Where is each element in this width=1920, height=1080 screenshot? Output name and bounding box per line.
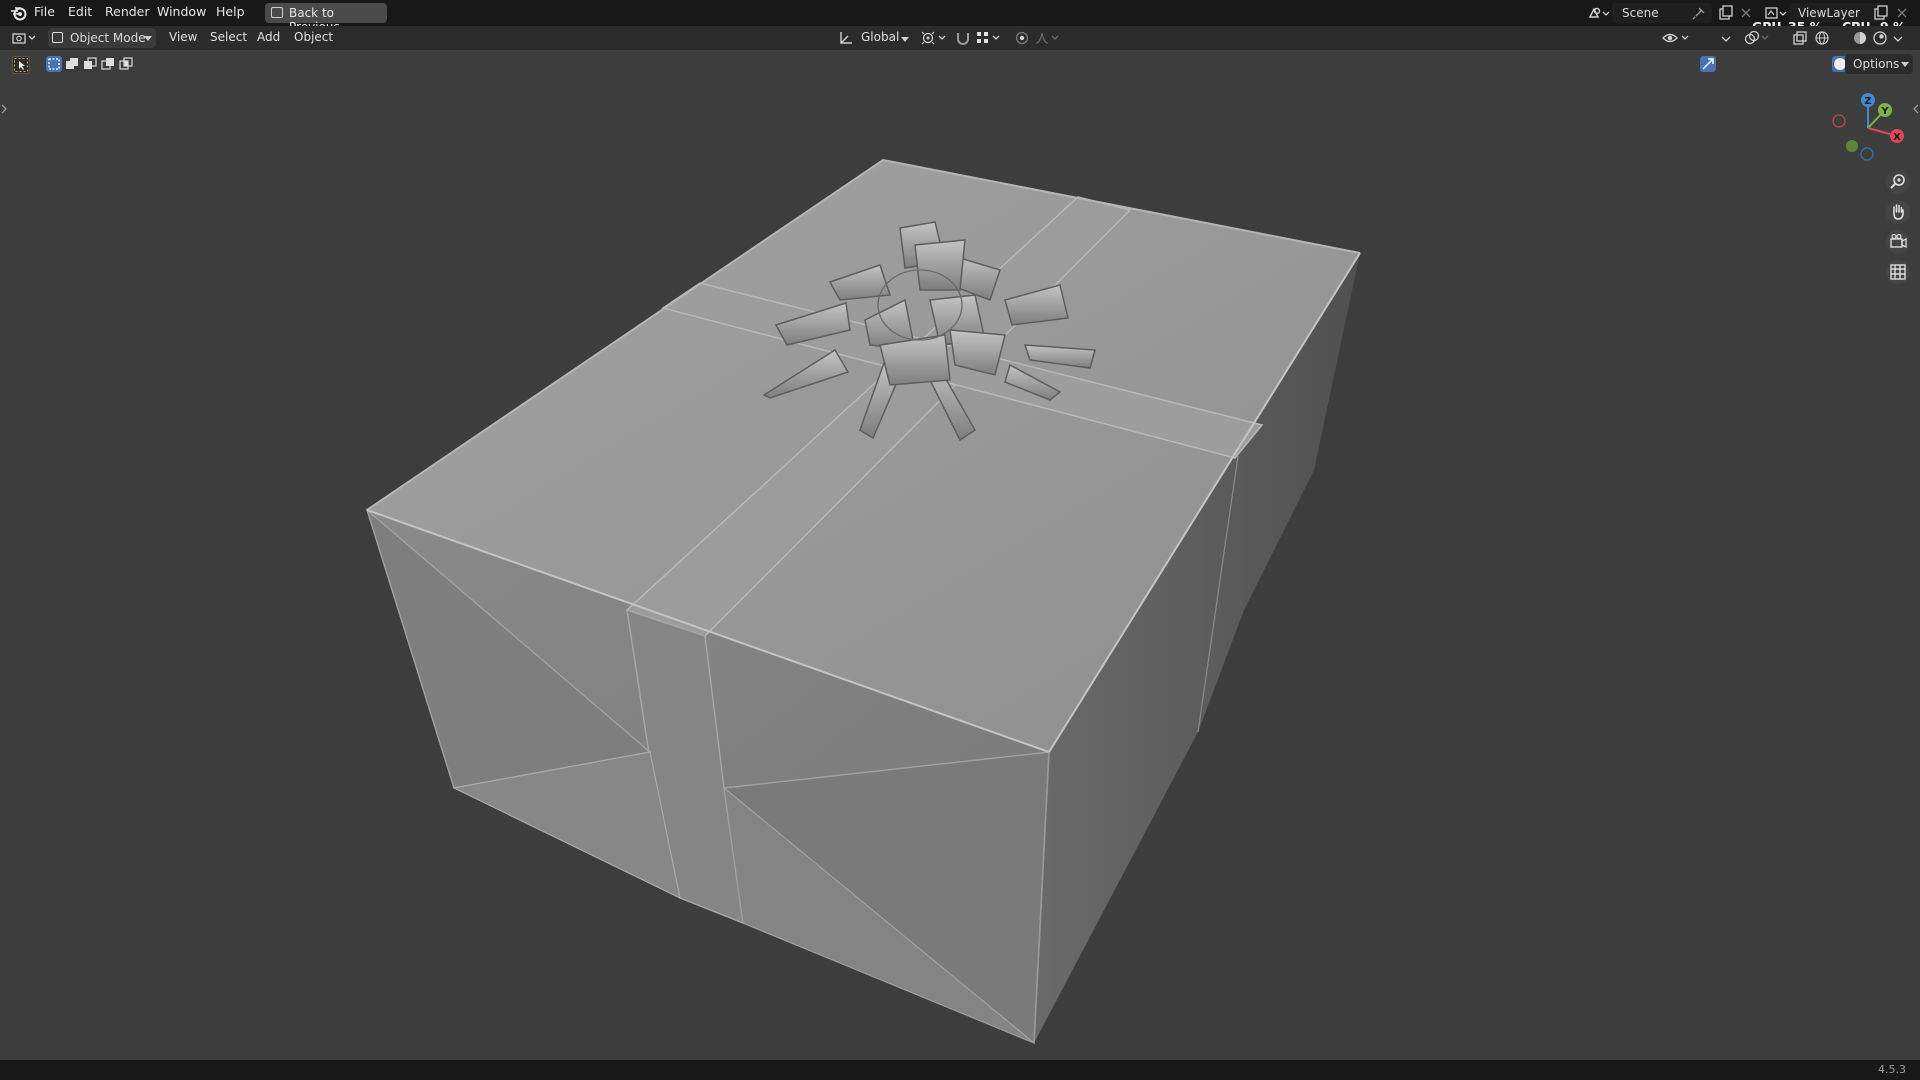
status-bar: 4.5.3 bbox=[0, 1060, 1920, 1080]
navigation-gizmo[interactable]: Z Y X bbox=[1820, 90, 1915, 165]
zoom-icon bbox=[1890, 174, 1905, 189]
pan-button[interactable] bbox=[1886, 200, 1910, 224]
axis-z-label: Z bbox=[1864, 96, 1871, 107]
axis-neg-z-icon bbox=[1860, 147, 1874, 161]
axis-neg-x-icon bbox=[1832, 114, 1846, 128]
blender-version: 4.5.3 bbox=[1878, 1063, 1906, 1076]
axis-y-label: Y bbox=[1880, 106, 1889, 117]
camera-view-icon bbox=[1890, 233, 1907, 249]
ortho-toggle-button[interactable] bbox=[1886, 260, 1910, 284]
zoom-button[interactable] bbox=[1886, 170, 1910, 194]
hand-pan-icon bbox=[1893, 204, 1904, 220]
viewport-3d-scene[interactable] bbox=[0, 0, 1920, 1060]
ortho-grid-icon bbox=[1890, 264, 1906, 280]
camera-view-button[interactable] bbox=[1886, 230, 1910, 254]
axis-x-label: X bbox=[1893, 132, 1901, 143]
axis-neg-y-icon bbox=[1846, 140, 1858, 152]
